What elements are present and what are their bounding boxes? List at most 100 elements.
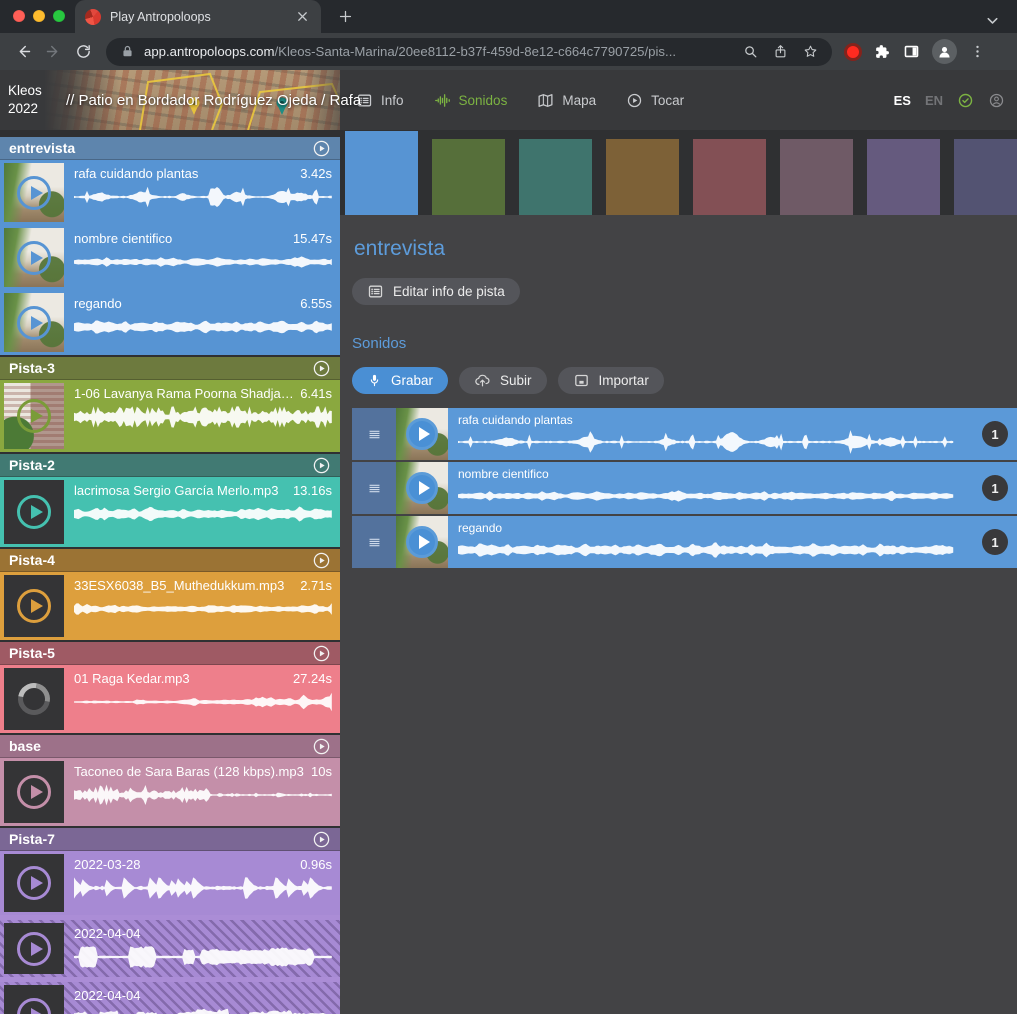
list-icon: [367, 283, 384, 300]
audio-clip[interactable]: regando6.55s: [0, 290, 340, 355]
drag-handle[interactable]: [352, 462, 396, 514]
audio-clip[interactable]: 2022-04-04: [0, 977, 340, 1014]
window-close-button[interactable]: [13, 10, 25, 22]
track-play-button[interactable]: [312, 456, 331, 475]
tab-search-chevron-icon[interactable]: [983, 11, 1001, 29]
record-button[interactable]: Grabar: [352, 367, 448, 394]
window-minimize-button[interactable]: [33, 10, 45, 22]
track-header[interactable]: Pista-2: [0, 454, 340, 477]
sound-thumbnail[interactable]: [396, 462, 448, 514]
browser-tab[interactable]: Play Antropoloops: [75, 0, 321, 33]
sound-row[interactable]: nombre cientifico 1: [352, 462, 1017, 514]
tab-info[interactable]: Info: [356, 92, 404, 109]
clip-duration: 6.41s: [300, 386, 332, 401]
clip-thumbnail[interactable]: [4, 293, 64, 352]
clip-thumbnail[interactable]: [4, 668, 64, 730]
waveform: [74, 251, 332, 273]
track-swatch[interactable]: [693, 139, 766, 215]
drag-handle[interactable]: [352, 408, 396, 460]
app-logo[interactable]: Kleos 2022: [8, 82, 42, 118]
track-play-button[interactable]: [312, 644, 331, 663]
profile-avatar[interactable]: [932, 39, 957, 64]
lang-es-button[interactable]: ES: [894, 93, 911, 108]
track-play-button[interactable]: [312, 359, 331, 378]
play-icon: [406, 526, 438, 558]
side-panel-icon[interactable]: [903, 43, 920, 60]
clip-thumbnail[interactable]: [4, 761, 64, 823]
logo-line-1: Kleos: [8, 82, 42, 100]
clip-thumbnail[interactable]: [4, 383, 64, 449]
window-zoom-button[interactable]: [53, 10, 65, 22]
sound-thumbnail[interactable]: [396, 516, 448, 568]
sound-thumbnail[interactable]: [396, 408, 448, 460]
bookmark-star-icon[interactable]: [803, 44, 818, 59]
track-swatch[interactable]: [432, 139, 505, 215]
audio-clip[interactable]: 2022-04-04: [0, 915, 340, 977]
audio-clip[interactable]: nombre cientifico15.47s: [0, 225, 340, 290]
tab-sonidos[interactable]: Sonidos: [434, 92, 508, 109]
tracks-sidebar: entrevista rafa cuidando plantas3.42s no…: [0, 130, 340, 1014]
track-swatch[interactable]: [345, 131, 418, 215]
tab-tocar[interactable]: Tocar: [626, 92, 684, 109]
track-swatch[interactable]: [954, 139, 1017, 215]
track-header[interactable]: Pista-7: [0, 828, 340, 851]
share-icon[interactable]: [773, 44, 788, 59]
upload-button[interactable]: Subir: [459, 367, 547, 394]
audio-clip[interactable]: 01 Raga Kedar.mp327.24s: [0, 665, 340, 733]
new-tab-button[interactable]: [331, 2, 359, 30]
track-swatch[interactable]: [867, 139, 940, 215]
clip-thumbnail[interactable]: [4, 163, 64, 222]
account-icon[interactable]: [988, 92, 1005, 109]
audio-clip[interactable]: 1-06 Lavanya Rama Poorna Shadjam Rupak..…: [0, 380, 340, 452]
track-swatch[interactable]: [606, 139, 679, 215]
edit-track-info-button[interactable]: Editar info de pista: [352, 278, 520, 305]
clip-thumbnail[interactable]: [4, 854, 64, 912]
back-button[interactable]: [8, 37, 38, 67]
url-bar[interactable]: app.antropoloops.com/Kleos-Santa-Marina/…: [106, 38, 832, 66]
track-swatch[interactable]: [780, 139, 853, 215]
track-header[interactable]: Pista-4: [0, 549, 340, 572]
zoom-page-icon[interactable]: [743, 44, 758, 59]
clip-thumbnail[interactable]: [4, 923, 64, 974]
track-play-button[interactable]: [312, 551, 331, 570]
clip-thumbnail[interactable]: [4, 575, 64, 637]
clip-thumbnail[interactable]: [4, 228, 64, 287]
track-header[interactable]: Pista-3: [0, 357, 340, 380]
clip-thumbnail[interactable]: [4, 480, 64, 544]
drag-handle[interactable]: [352, 516, 396, 568]
track-swatch[interactable]: [519, 139, 592, 215]
clip-name: nombre cientifico: [74, 231, 172, 246]
sound-row[interactable]: regando 1: [352, 516, 1017, 568]
audio-clip[interactable]: rafa cuidando plantas3.42s: [0, 160, 340, 225]
sound-row[interactable]: rafa cuidando plantas 1: [352, 408, 1017, 460]
browser-menu-kebab-icon[interactable]: [969, 43, 986, 60]
macos-traffic-lights: [13, 10, 65, 22]
audio-clip[interactable]: lacrimosa Sergio García Merlo.mp313.16s: [0, 477, 340, 547]
track-play-button[interactable]: [312, 139, 331, 158]
track-header[interactable]: Pista-5: [0, 642, 340, 665]
track-title: entrevista: [9, 140, 312, 156]
sound-count-badge: 1: [982, 529, 1008, 555]
track-header[interactable]: base: [0, 735, 340, 758]
saved-check-icon[interactable]: [957, 92, 974, 109]
clip-name: 33ESX6038_B5_Muthedukkum.mp3: [74, 578, 284, 593]
track-play-button[interactable]: [312, 737, 331, 756]
extensions-puzzle-icon[interactable]: [874, 43, 891, 60]
track-play-button[interactable]: [312, 830, 331, 849]
tab-mapa[interactable]: Mapa: [537, 92, 596, 109]
waveform: [74, 186, 332, 208]
lang-en-button[interactable]: EN: [925, 93, 943, 108]
audio-clip[interactable]: Taconeo de Sara Baras (128 kbps).mp310s: [0, 758, 340, 826]
import-button[interactable]: Importar: [558, 367, 664, 394]
screen-recorder-extension-icon[interactable]: [844, 43, 862, 61]
forward-button[interactable]: [38, 37, 68, 67]
audio-clip[interactable]: 33ESX6038_B5_Muthedukkum.mp32.71s: [0, 572, 340, 640]
clip-thumbnail[interactable]: [4, 985, 64, 1014]
cloud-upload-icon: [474, 372, 491, 389]
clip-name: lacrimosa Sergio García Merlo.mp3: [74, 483, 278, 498]
track-header[interactable]: entrevista: [0, 137, 340, 160]
play-icon: [17, 589, 51, 623]
reload-button[interactable]: [68, 37, 98, 67]
audio-clip[interactable]: 2022-03-280.96s: [0, 851, 340, 915]
tab-close-icon[interactable]: [293, 8, 311, 26]
